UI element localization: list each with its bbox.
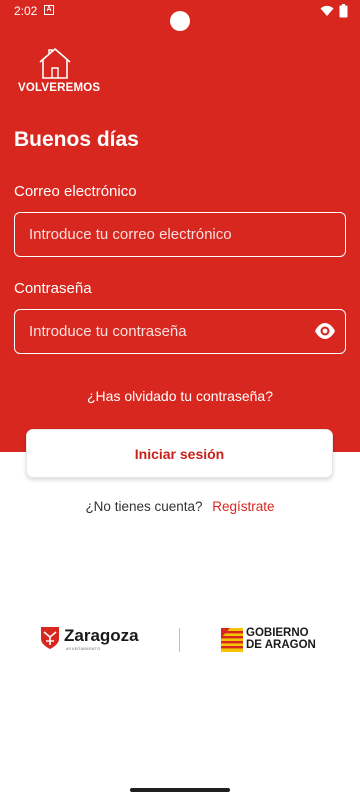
- greeting-heading: Buenos días: [14, 128, 139, 151]
- signup-row: ¿No tienes cuenta? Regístrate: [0, 499, 360, 514]
- home-indicator[interactable]: [130, 788, 230, 792]
- aragon-line-1: GOBIERNO: [246, 627, 309, 639]
- status-icons: [320, 4, 348, 18]
- footer-logos: Zaragoza AYUNTAMIENTO GOBIERNO DE ARAGON: [0, 622, 360, 658]
- email-label: Correo electrónico: [14, 183, 137, 200]
- signup-link[interactable]: Regístrate: [212, 499, 274, 514]
- status-time: 2:02: [14, 4, 38, 18]
- battery-icon: [339, 4, 348, 18]
- password-field[interactable]: [14, 309, 346, 354]
- camera-cutout: [170, 11, 190, 31]
- zaragoza-shield-icon: [41, 627, 59, 649]
- zaragoza-subtitle: AYUNTAMIENTO: [66, 646, 101, 651]
- notification-icon: A: [44, 5, 54, 15]
- app-logo: VOLVEREMOS: [18, 46, 101, 98]
- email-field[interactable]: [14, 212, 346, 257]
- aragon-line-2: DE ARAGON: [246, 639, 316, 651]
- eye-icon[interactable]: [314, 321, 336, 341]
- house-logo-icon: [39, 48, 71, 79]
- logo-wordmark: VOLVEREMOS: [18, 82, 101, 94]
- aragon-flag-icon: [221, 628, 243, 652]
- wifi-icon: [320, 5, 334, 16]
- aragon-name: GOBIERNO DE ARAGON: [246, 627, 316, 651]
- footer-divider: [179, 628, 180, 652]
- forgot-password-link[interactable]: ¿Has olvidado tu contraseña?: [0, 388, 360, 404]
- password-label: Contraseña: [14, 280, 92, 297]
- login-button[interactable]: Iniciar sesión: [26, 429, 333, 478]
- signup-prompt: ¿No tienes cuenta?: [85, 499, 203, 514]
- status-bar: 2:02 A: [0, 0, 360, 31]
- zaragoza-name: Zaragoza: [64, 626, 139, 645]
